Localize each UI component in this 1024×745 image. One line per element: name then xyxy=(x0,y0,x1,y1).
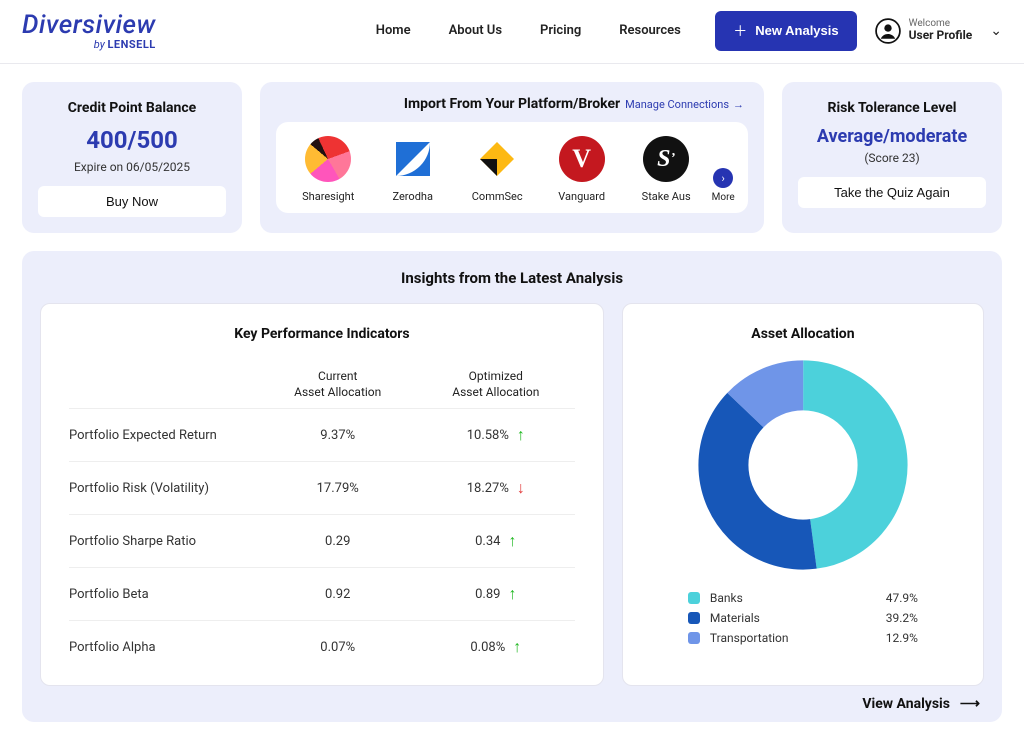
kpi-row: Portfolio Sharpe Ratio0.29 0.34 ↑ xyxy=(69,514,575,567)
stake-icon: S’ xyxy=(643,136,689,182)
kpi-optimized: 18.27% xyxy=(467,481,509,496)
legend-value: 39.2% xyxy=(886,611,918,625)
chevron-down-icon[interactable]: ⌄ xyxy=(990,23,1002,39)
broker-commsec[interactable]: CommSec xyxy=(458,136,536,203)
kpi-label: Portfolio Expected Return xyxy=(69,428,259,443)
broker-list: Sharesight Zerodha CommSec V Vanguard xyxy=(276,122,748,213)
kpi-row: Portfolio Beta0.92 0.89 ↑ xyxy=(69,567,575,620)
kpi-row: Portfolio Expected Return9.37% 10.58% ↑ xyxy=(69,408,575,461)
take-quiz-button[interactable]: Take the Quiz Again xyxy=(798,177,986,208)
insights-panel: Insights from the Latest Analysis Key Pe… xyxy=(22,251,1002,722)
nav-home[interactable]: Home xyxy=(376,23,411,38)
nav-resources[interactable]: Resources xyxy=(619,23,681,38)
avatar-icon xyxy=(875,18,901,44)
arrow-up-icon: ↑ xyxy=(517,425,525,445)
kpi-header-row: Current Asset Allocation Optimized Asset… xyxy=(69,368,575,400)
user-profile[interactable]: Welcome User Profile xyxy=(875,18,973,44)
legend-value: 12.9% xyxy=(886,631,918,645)
nav-pricing[interactable]: Pricing xyxy=(540,23,581,38)
arrow-right-icon: ⟶ xyxy=(960,696,980,712)
legend-swatch xyxy=(688,612,700,624)
arrow-up-icon: ↑ xyxy=(513,637,521,657)
kpi-optimized: 0.34 xyxy=(475,534,500,549)
credit-card: Credit Point Balance 400/500 Expire on 0… xyxy=(22,82,242,233)
broker-stake[interactable]: S’ Stake Aus xyxy=(627,136,705,203)
view-analysis-link[interactable]: View Analysis ⟶ xyxy=(40,686,984,712)
risk-level: Average/moderate xyxy=(798,126,986,147)
risk-title: Risk Tolerance Level xyxy=(798,100,986,116)
chevron-right-icon: › xyxy=(713,168,733,188)
kpi-row: Portfolio Alpha0.07% 0.08% ↑ xyxy=(69,620,575,673)
legend-value: 47.9% xyxy=(886,591,918,605)
broker-vanguard[interactable]: V Vanguard xyxy=(543,136,621,203)
legend-row: Banks47.9% xyxy=(688,588,918,608)
commsec-icon xyxy=(474,136,520,182)
header: Diversiview by LENSELL Home About Us Pri… xyxy=(0,0,1024,64)
allocation-donut-chart xyxy=(698,360,908,570)
kpi-label: Portfolio Sharpe Ratio xyxy=(69,534,259,549)
plus-icon: ＋ xyxy=(733,21,747,41)
legend-row: Materials39.2% xyxy=(688,608,918,628)
kpi-current: 0.29 xyxy=(259,534,417,549)
broker-more-button[interactable]: › More xyxy=(712,168,735,203)
vanguard-icon: V xyxy=(559,136,605,182)
legend-swatch xyxy=(688,592,700,604)
brand-main: Diversiview xyxy=(22,10,156,40)
kpi-current: 9.37% xyxy=(259,428,417,443)
nav-about[interactable]: About Us xyxy=(449,23,502,38)
kpi-label: Portfolio Alpha xyxy=(69,640,259,655)
kpi-current: 0.07% xyxy=(259,640,417,655)
credit-expire: Expire on 06/05/2025 xyxy=(38,160,226,174)
kpi-optimized: 0.08% xyxy=(470,640,505,655)
profile-name: User Profile xyxy=(909,29,973,43)
kpi-current: 17.79% xyxy=(259,481,417,496)
legend-label: Transportation xyxy=(710,631,886,645)
arrow-up-icon: ↑ xyxy=(508,531,516,551)
new-analysis-button[interactable]: ＋ New Analysis xyxy=(715,11,856,51)
legend-swatch xyxy=(688,632,700,644)
risk-score: (Score 23) xyxy=(798,151,986,165)
insights-title: Insights from the Latest Analysis xyxy=(40,269,984,287)
legend-label: Banks xyxy=(710,591,886,605)
top-nav: Home About Us Pricing Resources xyxy=(376,23,681,38)
import-card: Import From Your Platform/Broker Manage … xyxy=(260,82,764,233)
arrow-down-icon: ↓ xyxy=(517,478,525,498)
allocation-panel: Asset Allocation Banks47.9%Materials39.2… xyxy=(622,303,984,686)
kpi-row: Portfolio Risk (Volatility)17.79% 18.27% ↓ xyxy=(69,461,575,514)
kpi-optimized: 10.58% xyxy=(467,428,509,443)
kpi-panel: Key Performance Indicators Current Asset… xyxy=(40,303,604,686)
legend-row: Transportation12.9% xyxy=(688,628,918,648)
kpi-label: Portfolio Risk (Volatility) xyxy=(69,481,259,496)
brand-logo[interactable]: Diversiview by LENSELL xyxy=(22,10,156,51)
import-title: Import From Your Platform/Broker xyxy=(404,96,620,112)
kpi-title: Key Performance Indicators xyxy=(69,326,575,342)
broker-sharesight[interactable]: Sharesight xyxy=(289,136,367,203)
arrow-right-icon: → xyxy=(733,98,744,111)
sharesight-icon xyxy=(305,136,351,182)
broker-zerodha[interactable]: Zerodha xyxy=(374,136,452,203)
kpi-current: 0.92 xyxy=(259,587,417,602)
kpi-label: Portfolio Beta xyxy=(69,587,259,602)
brand-sub: by LENSELL xyxy=(22,38,156,51)
risk-card: Risk Tolerance Level Average/moderate (S… xyxy=(782,82,1002,233)
kpi-optimized: 0.89 xyxy=(475,587,500,602)
legend-label: Materials xyxy=(710,611,886,625)
credit-title: Credit Point Balance xyxy=(38,100,226,116)
manage-connections-link[interactable]: Manage Connections → xyxy=(625,98,744,111)
credit-value: 400/500 xyxy=(38,126,226,154)
arrow-up-icon: ↑ xyxy=(508,584,516,604)
allocation-title: Asset Allocation xyxy=(751,326,854,342)
zerodha-icon xyxy=(390,136,436,182)
buy-now-button[interactable]: Buy Now xyxy=(38,186,226,217)
allocation-legend: Banks47.9%Materials39.2%Transportation12… xyxy=(688,588,918,648)
